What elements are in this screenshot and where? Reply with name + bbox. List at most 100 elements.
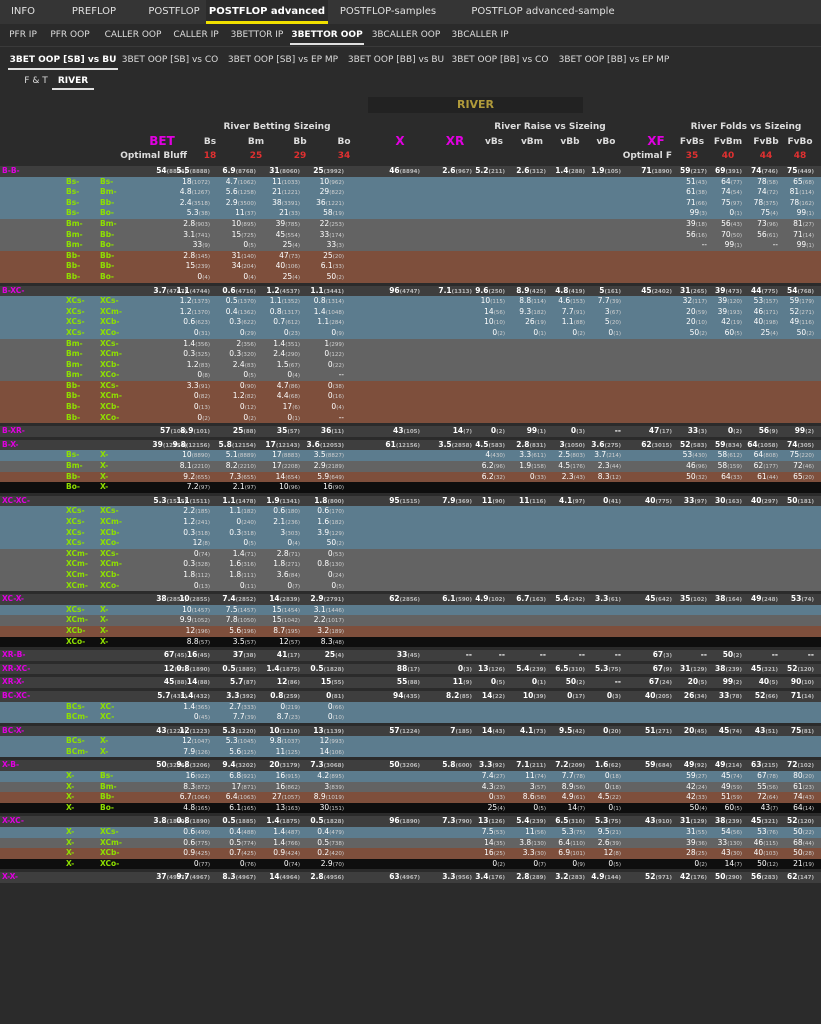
row-label: X-B- bbox=[2, 760, 20, 770]
row-group-label: Bs- bbox=[66, 208, 80, 218]
tab-3bettor-ip[interactable]: 3BETTOR IP bbox=[224, 24, 290, 46]
detail-row: Bb- XCb- 0(13) 0(12) 17(6) 0(4) bbox=[0, 402, 821, 413]
stat-cell: 42(176) bbox=[680, 872, 707, 882]
stat-cell: 14(88) bbox=[186, 677, 210, 687]
tab-pfr-ip[interactable]: PFR IP bbox=[4, 24, 42, 46]
stat-cell: 0(9) bbox=[572, 858, 585, 868]
detail-row: XCb- X- 12(196) 5.6(196) 8.7(195) 3.2(189) bbox=[0, 625, 821, 637]
stat-cell: 99(2) bbox=[794, 426, 814, 436]
row-group-label: Bb- bbox=[100, 261, 115, 271]
tab-pfr-oop[interactable]: PFR OOP bbox=[42, 24, 98, 46]
summary-row: B-X- 39(12156) 9.8(12156) 5.8(12154) 17(1214… bbox=[0, 439, 821, 451]
row-group-label: XCo- bbox=[100, 538, 120, 548]
detail-row: Bm- XCo- 0(8) 0(5) 0(4) -- bbox=[0, 370, 821, 381]
tab-caller-oop[interactable]: CALLER OOP bbox=[98, 24, 168, 46]
detail-row: Bm- XCb- 1.2(83) 2.4(83) 1.5(67) 0(22) bbox=[0, 359, 821, 371]
stat-cell: 13(126) bbox=[478, 663, 505, 673]
detail-row: X- Bm- 8.3(872) 17(871) 16(862) 3(839) 4.3(23)… bbox=[0, 781, 821, 793]
stat-cell: 38(239) bbox=[715, 663, 742, 673]
stat-cell: 20(5) bbox=[687, 677, 707, 687]
row-group-label: XCs- bbox=[66, 517, 85, 526]
stat-cell: 14(7) bbox=[567, 802, 585, 812]
fvbm-header: FvBm bbox=[713, 137, 743, 147]
row-group-label: Bo- bbox=[66, 482, 80, 492]
row-group-label: XCo- bbox=[66, 636, 86, 646]
row-group-label: XCo- bbox=[100, 858, 120, 868]
row-group-label: X- bbox=[100, 482, 109, 492]
stat-cell: 50(4) bbox=[689, 802, 707, 812]
detail-row: X- Bb- 6.7(1064) 6.4(1063) 27(1057) 8.9(1019)… bbox=[0, 792, 821, 803]
stat-cell: 3.2(283) bbox=[555, 872, 585, 882]
row-group-label: XCb- bbox=[100, 848, 120, 858]
of-fvbb: 44 bbox=[759, 151, 773, 161]
tab-3bet-oop-bb-vs-bu[interactable]: 3BET OOP [BB] vs BU bbox=[344, 49, 448, 71]
row-group-label: XCb- bbox=[100, 317, 120, 327]
tab-3bet-oop-sb-vs-bu[interactable]: 3BET OOP [SB] vs BU bbox=[8, 49, 118, 71]
tab-3bet-oop-bb-vs-co[interactable]: 3BET OOP [BB] vs CO bbox=[448, 49, 552, 71]
row-group-label: Bo- bbox=[100, 802, 114, 812]
detail-row: Bb- Bb- 2.8(145) 31(140) 47(73) 25(20) bbox=[0, 250, 821, 262]
tab-postflop[interactable]: POSTFLOP bbox=[142, 0, 206, 24]
tab-f-t[interactable]: F & T bbox=[20, 71, 52, 91]
stat-cell: 11(9) bbox=[452, 677, 472, 687]
stat-cell: 43(105) bbox=[393, 426, 420, 436]
detail-row: Bb- XCo- 0(2) 0(2) 0(1) -- bbox=[0, 412, 821, 424]
tab-3bcaller-ip[interactable]: 3BCALLER IP bbox=[448, 24, 512, 46]
tab-preflop[interactable]: PREFLOP bbox=[46, 0, 142, 24]
stat-cell: 0(3) bbox=[457, 663, 472, 673]
stat-cell: 0(2) bbox=[492, 858, 505, 868]
stat-cell: 11(125) bbox=[275, 746, 300, 756]
tab-postflop-advanced-sample[interactable]: POSTFLOP advanced-sample bbox=[448, 0, 638, 24]
row-group-label: Bm- bbox=[66, 338, 83, 348]
tab-3bet-oop-sb-vs-ep-mp[interactable]: 3BET OOP [SB] vs EP MP bbox=[222, 49, 344, 71]
detail-row: XCs- XCb- 0.3(318) 0.3(318) 3(303) 3.9(129) bbox=[0, 527, 821, 539]
detail-row: XCm- XCb- 1.8(112) 1.8(111) 3.6(84) 0(24) bbox=[0, 569, 821, 581]
stat-cell: 0(5) bbox=[533, 802, 546, 812]
stat-cell: 14(4964) bbox=[269, 872, 300, 882]
row-group-label: XCs- bbox=[66, 604, 85, 614]
stat-cell: 60(5) bbox=[724, 802, 742, 812]
stat-cell: 36(11) bbox=[320, 426, 344, 436]
tab-river[interactable]: RIVER bbox=[52, 71, 94, 91]
stat-cell: -- bbox=[614, 677, 621, 687]
detail-row: Bb- X- 9.2(655) 7.3(655) 14(654) 5.9(649) 6.2(… bbox=[0, 471, 821, 483]
stat-cell: 7.9(126) bbox=[183, 746, 210, 756]
stat-cell: -- bbox=[700, 650, 707, 660]
row-group-label: Bm- bbox=[100, 218, 117, 228]
row-label: XC-X- bbox=[2, 594, 24, 604]
stat-cell: 31(129) bbox=[680, 663, 707, 673]
row-group-label: XCs- bbox=[66, 317, 85, 327]
stat-cell: 0(5) bbox=[490, 677, 505, 687]
tab-3bcaller-oop[interactable]: 3BCALLER OOP bbox=[364, 24, 448, 46]
stat-cell: 50(12) bbox=[757, 858, 778, 868]
detail-row: Bs- X- 10(8890) 5.1(8889) 17(8883) 3.5(8827) 4… bbox=[0, 450, 821, 462]
stat-cell: 30(151) bbox=[319, 802, 344, 812]
tab-3bet-oop-bb-vs-ep-mp[interactable]: 3BET OOP [BB] vs EP MP bbox=[552, 49, 676, 71]
stat-cell: 63(4967) bbox=[389, 872, 420, 882]
stat-cell: 6.1(165) bbox=[229, 802, 256, 812]
tab-3bettor-oop[interactable]: 3BETTOR OOP bbox=[290, 24, 364, 46]
tab-postflop-advanced[interactable]: POSTFLOP advanced bbox=[206, 0, 328, 24]
row-group-label: XCb- bbox=[100, 569, 120, 579]
row-label: X-X- bbox=[2, 872, 18, 882]
row-group-label: X- bbox=[100, 461, 109, 471]
row-group-label: XCm- bbox=[100, 349, 122, 359]
row-group-label: Bm- bbox=[66, 461, 83, 471]
stat-cell: 0(2) bbox=[197, 412, 210, 422]
stat-cell: 0(3) bbox=[570, 426, 585, 436]
stat-cell: 12(57) bbox=[279, 636, 300, 646]
row-group-label: BCs- bbox=[66, 701, 85, 711]
summary-row: X-B- 50(3206) 9.8(3206) 9.4(3202) 20(3179) 7.… bbox=[0, 760, 821, 772]
stat-cell: 9.7(4967) bbox=[176, 872, 210, 882]
row-group-label: Bb- bbox=[66, 471, 81, 481]
ob-bm: 25 bbox=[249, 151, 263, 161]
tab-info[interactable]: INFO bbox=[0, 0, 46, 24]
detail-row: Bb- Bb- 15(239) 34(204) 40(106) 6.1(33) bbox=[0, 261, 821, 272]
row-group-label: Bm- bbox=[66, 359, 83, 369]
tab-3bet-oop-sb-vs-co[interactable]: 3BET OOP [SB] vs CO bbox=[118, 49, 222, 71]
tab-postflop-samples[interactable]: POSTFLOP-samples bbox=[328, 0, 448, 24]
tab-caller-ip[interactable]: CALLER IP bbox=[168, 24, 224, 46]
stat-cell: 47(17) bbox=[648, 426, 672, 436]
stat-cell: 5.4(239) bbox=[516, 663, 546, 673]
row-group-label: XCo- bbox=[100, 370, 120, 380]
